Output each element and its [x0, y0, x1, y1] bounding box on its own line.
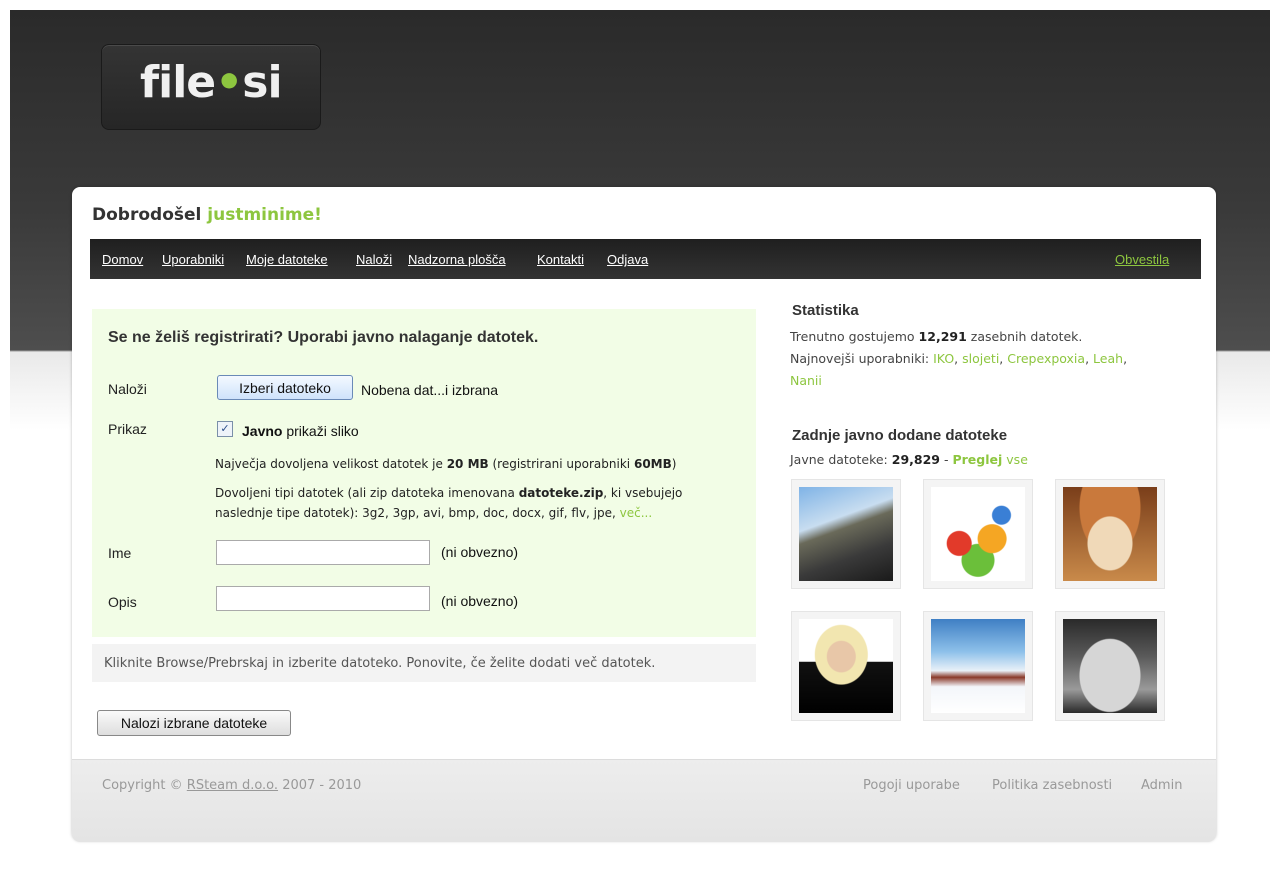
allowed-types-text: Dovoljeni tipi datotek (ali zip datoteka… — [215, 486, 683, 520]
recent-files-title: Zadnje javno dodane datoteke — [792, 427, 1008, 444]
name-input[interactable] — [216, 540, 430, 565]
name-label: Ime — [108, 545, 132, 561]
nav-item-domov[interactable]: Domov — [102, 252, 143, 267]
display-label: Prikaz — [108, 421, 147, 437]
thumbnail-car[interactable] — [791, 479, 901, 589]
username: justminime! — [207, 205, 322, 225]
thumbnail-image — [1063, 619, 1157, 713]
copyright-text: Copyright © RSteam d.o.o. 2007 - 2010 — [102, 778, 362, 793]
hint-panel: Kliknite Browse/Prebrskaj in izberite da… — [92, 644, 756, 682]
nav-bar: Domov Uporabniki Moje datoteke Naloži Na… — [90, 239, 1201, 279]
public-upload-panel: Se ne želiš registrirati? Uporabi javno … — [92, 309, 756, 637]
view-all-link[interactable]: Preglej — [952, 452, 1002, 467]
nav-item-moje-datoteke[interactable]: Moje datoteke — [246, 252, 328, 267]
footer-link-terms[interactable]: Pogoji uporabe — [863, 778, 960, 793]
upload-title: Se ne želiš registrirati? Uporabi javno … — [108, 329, 539, 346]
thumbnail-kitten[interactable] — [1055, 479, 1165, 589]
footer: Copyright © RSteam d.o.o. 2007 - 2010 Po… — [72, 759, 1216, 842]
newest-user-link[interactable]: slojeti — [962, 351, 999, 366]
more-types-link[interactable]: več... — [620, 506, 653, 520]
site-logo[interactable]: file•si — [101, 44, 321, 130]
thumbnail-snowy-house[interactable] — [923, 611, 1033, 721]
thumbnail-flowers[interactable] — [923, 479, 1033, 589]
choose-file-button[interactable]: Izberi datoteko — [217, 375, 353, 400]
recent-files-count: Javne datoteke: 29,829 - Preglej vse — [790, 452, 1028, 467]
newest-user-link[interactable]: Leah — [1093, 351, 1123, 366]
logo-text: file•si — [140, 57, 283, 108]
thumbnail-image — [931, 619, 1025, 713]
file-status: Nobena dat...i izbrana — [361, 382, 498, 398]
upload-submit-button[interactable]: Nalozi izbrane datoteke — [97, 710, 291, 736]
footer-link-privacy[interactable]: Politika zasebnosti — [992, 778, 1112, 793]
thumbnail-portrait[interactable] — [791, 611, 901, 721]
description-label: Opis — [108, 594, 137, 610]
thumbnail-image — [931, 487, 1025, 581]
nav-item-kontakti[interactable]: Kontakti — [537, 252, 584, 267]
public-checkbox-label: Javno prikaži sliko — [242, 423, 359, 439]
thumbnail-image — [1063, 487, 1157, 581]
company-link[interactable]: RSteam d.o.o. — [187, 778, 278, 793]
hint-text: Kliknite Browse/Prebrskaj in izberite da… — [104, 656, 656, 671]
nav-item-nalozi[interactable]: Naloži — [356, 252, 392, 267]
name-optional-hint: (ni obvezno) — [441, 544, 519, 560]
description-input[interactable] — [216, 586, 430, 611]
nav-item-odjava[interactable]: Odjava — [607, 252, 648, 267]
nav-item-nadzorna-plosca[interactable]: Nadzorna plošča — [408, 252, 506, 267]
footer-link-admin[interactable]: Admin — [1141, 778, 1182, 793]
nav-item-uporabniki[interactable]: Uporabniki — [162, 252, 224, 267]
main-card: Dobrodošel justminime! Domov Uporabniki … — [72, 187, 1216, 842]
size-limit-text: Največja dovoljena velikost datotek je 2… — [215, 457, 677, 471]
nav-item-obvestila[interactable]: Obvestila — [1115, 252, 1169, 267]
public-checkbox[interactable]: ✓ — [217, 421, 233, 437]
newest-user-link[interactable]: IKO — [933, 351, 954, 366]
stats-title: Statistika — [792, 302, 859, 319]
upload-label: Naloži — [108, 381, 147, 397]
newest-user-link[interactable]: Nanii — [790, 373, 822, 388]
stats-text: Trenutno gostujemo 12,291 zasebnih datot… — [790, 329, 1128, 388]
thumbnail-silver-car[interactable] — [1055, 611, 1165, 721]
newest-user-link[interactable]: Crepexpoxia — [1007, 351, 1085, 366]
thumbnail-image — [799, 619, 893, 713]
thumbnail-image — [799, 487, 893, 581]
description-optional-hint: (ni obvezno) — [441, 593, 519, 609]
welcome-heading: Dobrodošel justminime! — [92, 205, 322, 225]
